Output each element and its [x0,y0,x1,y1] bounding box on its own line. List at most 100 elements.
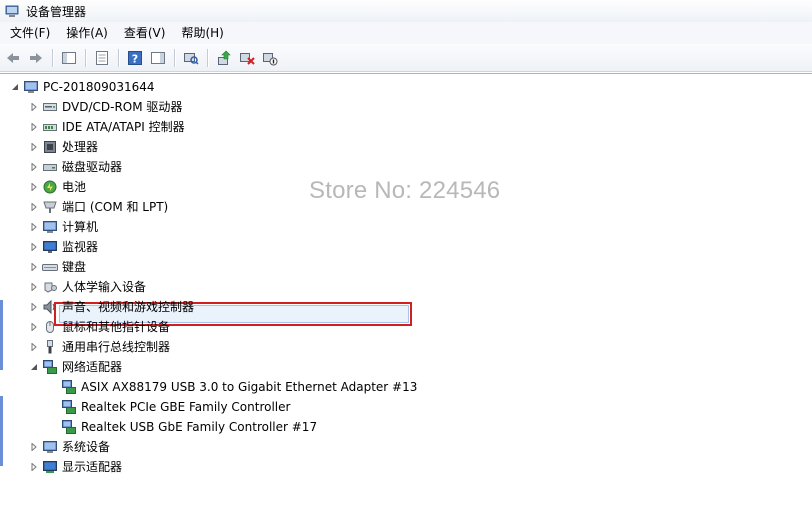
expand-triangle-icon[interactable] [29,342,39,352]
tree-category-hid[interactable]: 人体学输入设备 [29,277,146,297]
show-action-pane-icon[interactable] [147,47,169,69]
toolbar-separator [207,48,209,67]
menu-bar: 文件(F) 操作(A) 查看(V) 帮助(H) [0,22,812,45]
expand-triangle-icon[interactable] [29,242,39,252]
adapter-label: Realtek USB GbE Family Controller #17 [81,420,318,434]
tree-category-sound[interactable]: 声音、视频和游戏控制器 [29,297,194,317]
menu-help[interactable]: 帮助(H) [173,22,231,44]
hid-icon [42,279,58,295]
expand-triangle-icon[interactable] [29,162,39,172]
tree-category-usb[interactable]: 通用串行总线控制器 [29,337,170,357]
tree-category-network[interactable]: 网络适配器 [29,357,122,377]
tree-category-dvd[interactable]: DVD/CD-ROM 驱动器 [29,97,182,117]
tree-category-keyboard[interactable]: 键盘 [29,257,86,277]
tree-category-mouse[interactable]: 鼠标和其他指针设备 [29,317,170,337]
battery-icon [42,179,58,195]
category-label: 键盘 [62,260,87,274]
window-edge-accent [0,396,3,466]
menu-view[interactable]: 查看(V) [116,22,174,44]
title-bar: 设备管理器 [0,0,812,23]
display-adapter-icon [42,459,58,475]
expand-triangle-icon[interactable] [29,282,39,292]
tree-category-display[interactable]: 显示适配器 [29,457,122,477]
port-icon [42,199,58,215]
category-label: 显示适配器 [62,460,123,474]
expand-triangle-icon[interactable] [29,322,39,332]
network-adapter-icon [42,359,58,375]
menu-action[interactable]: 操作(A) [58,22,116,44]
category-label: 磁盘驱动器 [62,160,123,174]
expand-triangle-icon[interactable] [29,142,39,152]
category-label: 人体学输入设备 [62,280,147,294]
disk-drive-icon [42,159,58,175]
disable-device-icon[interactable] [259,47,281,69]
tree-category-system[interactable]: 系统设备 [29,437,110,457]
expand-triangle-icon[interactable] [29,262,39,272]
category-label: DVD/CD-ROM 驱动器 [62,100,183,114]
tree-category-computer[interactable]: 计算机 [29,217,98,237]
computer-icon [23,79,39,95]
system-devices-icon [42,439,58,455]
category-label: 系统设备 [62,440,111,454]
category-label: 端口 (COM 和 LPT) [62,200,169,214]
network-adapter-icon [61,399,77,415]
back-arrow-icon[interactable] [2,47,24,69]
update-driver-icon[interactable] [213,47,235,69]
adapter-label: Realtek PCIe GBE Family Controller [81,400,291,414]
category-label: 鼠标和其他指针设备 [62,320,171,334]
expand-triangle-icon[interactable] [29,442,39,452]
category-label: 监视器 [62,240,99,254]
properties-icon[interactable] [91,47,113,69]
collapse-triangle-icon[interactable] [10,82,20,92]
tree-root[interactable]: PC-201809031644 [10,77,155,97]
menu-file[interactable]: 文件(F) [0,22,58,44]
expand-triangle-icon[interactable] [29,122,39,132]
toolbar-separator [52,48,54,67]
uninstall-icon[interactable] [236,47,258,69]
tree-category-ports[interactable]: 端口 (COM 和 LPT) [29,197,168,217]
tree-category-battery[interactable]: 电池 [29,177,86,197]
category-label: IDE ATA/ATAPI 控制器 [62,120,185,134]
tree-category-ide[interactable]: IDE ATA/ATAPI 控制器 [29,117,185,137]
root-label: PC-201809031644 [43,80,155,94]
dvd-drive-icon [42,99,58,115]
expand-triangle-icon[interactable] [29,102,39,112]
category-label: 声音、视频和游戏控制器 [62,300,195,314]
help-icon[interactable]: ? [124,47,146,69]
mouse-icon [42,319,58,335]
adapter-label: ASIX AX88179 USB 3.0 to Gigabit Ethernet… [81,380,418,394]
collapse-triangle-icon[interactable] [29,362,39,372]
network-adapter-item[interactable]: Realtek USB GbE Family Controller #17 [61,417,317,437]
expand-triangle-icon[interactable] [29,462,39,472]
device-manager-app-icon [5,5,19,17]
show-hide-console-tree-icon[interactable] [58,47,80,69]
toolbar-separator [174,48,176,67]
expand-triangle-icon[interactable] [29,302,39,312]
tree-category-disk[interactable]: 磁盘驱动器 [29,157,122,177]
network-adapter-icon [61,379,77,395]
network-adapter-item[interactable]: Realtek PCIe GBE Family Controller [61,397,290,417]
ide-controller-icon [42,119,58,135]
tree-category-monitor[interactable]: 监视器 [29,237,98,257]
scan-hardware-icon[interactable] [180,47,202,69]
usb-icon [42,339,58,355]
network-adapter-icon [61,419,77,435]
processor-icon [42,139,58,155]
network-adapter-item[interactable]: ASIX AX88179 USB 3.0 to Gigabit Ethernet… [61,377,417,397]
expand-triangle-icon[interactable] [29,222,39,232]
window-title: 设备管理器 [26,4,87,19]
expand-triangle-icon[interactable] [29,202,39,212]
toolbar: ? [0,44,812,72]
watermark-text: Store No: 224546 [309,177,501,204]
toolbar-separator [118,48,120,67]
toolbar-separator [85,48,87,67]
svg-text:?: ? [132,52,138,65]
category-label: 计算机 [62,220,99,234]
category-label: 网络适配器 [62,360,123,374]
sound-icon [42,299,58,315]
tree-category-processor[interactable]: 处理器 [29,137,98,157]
forward-arrow-icon[interactable] [25,47,47,69]
window-edge-accent [0,300,3,370]
expand-triangle-icon[interactable] [29,182,39,192]
keyboard-icon [42,259,58,275]
